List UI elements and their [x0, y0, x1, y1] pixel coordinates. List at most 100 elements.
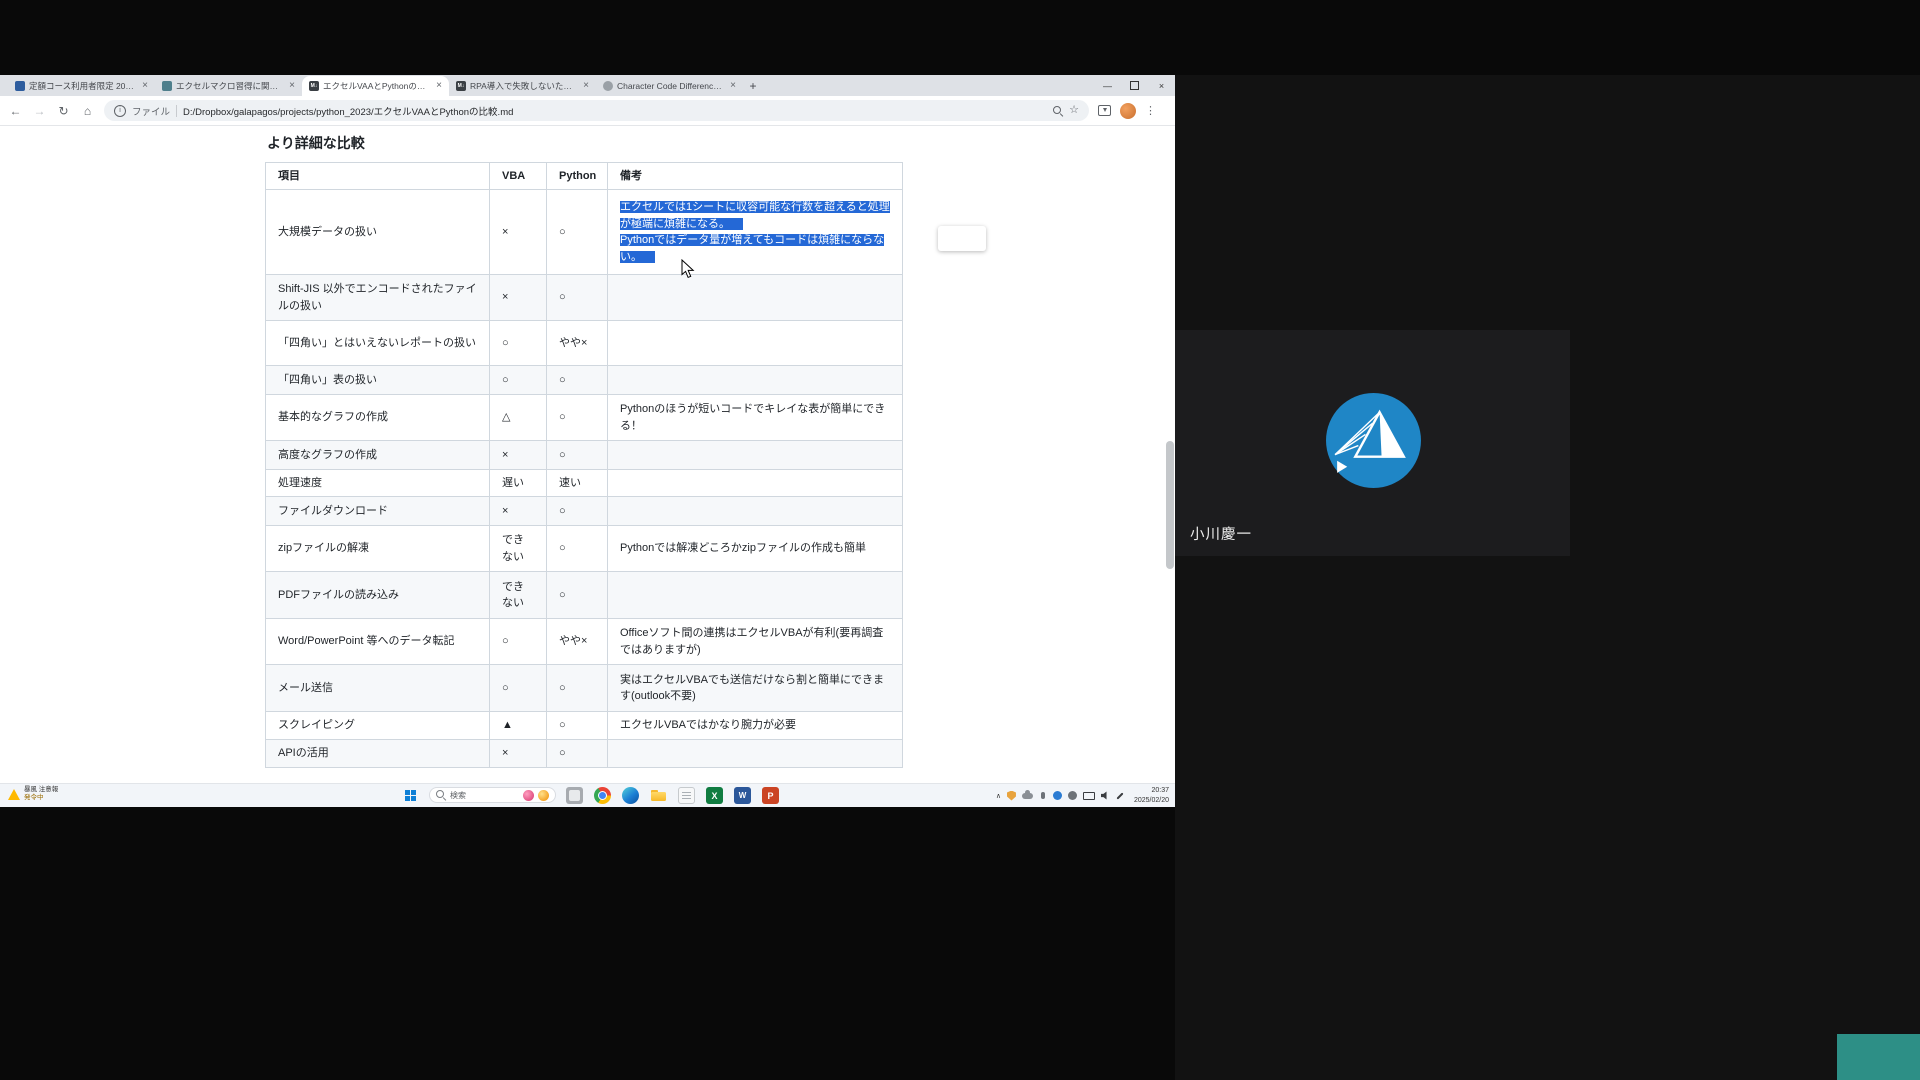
file-explorer-icon[interactable] — [650, 787, 667, 804]
item-cell: スクレイピング — [266, 712, 490, 740]
table-row: 大規模データの扱い × ○ エクセルでは1シートに収容可能な行数を超えると処理が… — [266, 190, 903, 275]
header-item: 項目 — [266, 163, 490, 190]
vba-cell: ○ — [490, 665, 547, 712]
volume-icon[interactable] — [1101, 791, 1110, 800]
note-cell — [608, 740, 903, 768]
python-cell: ○ — [547, 740, 608, 768]
table-row: 高度なグラフの作成 × ○ — [266, 441, 903, 470]
system-tray: ∧ 20:37 2025/02/20 — [996, 784, 1169, 807]
item-cell: PDFファイルの読み込み — [266, 572, 490, 619]
weather-alert-icon — [8, 789, 20, 800]
page-title: より詳細な比較 — [267, 133, 365, 153]
item-cell: メール送信 — [266, 665, 490, 712]
reload-icon[interactable]: ↻ — [56, 104, 71, 118]
tab-vba-python-comparison[interactable]: M↓ エクセルVAAとPythonの比較.md × — [302, 76, 449, 96]
item-cell: Word/PowerPoint 等へのデータ転記 — [266, 619, 490, 665]
word-icon[interactable] — [734, 787, 751, 804]
vba-cell: ○ — [490, 321, 547, 366]
chrome-icon[interactable] — [594, 787, 611, 804]
note-cell — [608, 497, 903, 526]
python-cell: 速い — [547, 470, 608, 497]
tab-strip: 定額コース利用者限定 2025年02 × エクセルマクロ習得に関係するD4つ ×… — [0, 75, 1175, 96]
python-cell: ○ — [547, 190, 608, 275]
note-cell: エクセルVBAではかなり腕力が必要 — [608, 712, 903, 740]
python-cell: ○ — [547, 497, 608, 526]
microphone-tray-icon[interactable] — [1041, 792, 1045, 799]
weather-alert-label: 暴風 注意報 — [24, 786, 58, 793]
tray-expand-chevron[interactable]: ∧ — [996, 792, 1001, 800]
back-icon[interactable]: ← — [8, 104, 23, 118]
table-header-row: 項目 VBA Python 備考 — [266, 163, 903, 190]
notepad-icon[interactable] — [678, 787, 695, 804]
mouse-cursor-icon — [681, 259, 695, 284]
corner-overlay — [1837, 1034, 1920, 1080]
tab-excel-macro[interactable]: エクセルマクロ習得に関係するD4つ × — [155, 76, 302, 96]
edge-icon[interactable] — [622, 787, 639, 804]
browser-menu-icon[interactable]: ⋮ — [1145, 104, 1156, 117]
selected-text: エクセルでは1シートに収容可能な行数を超えると処理が極端に煩雑になる。 — [620, 201, 890, 230]
item-cell: 大規模データの扱い — [266, 190, 490, 275]
address-bar[interactable]: i ファイル D:/Dropbox/galapagos/projects/pyt… — [104, 100, 1089, 121]
bookmark-star-icon[interactable]: ☆ — [1069, 105, 1079, 116]
tab-character-code[interactable]: Character Code Differences Be × — [596, 76, 743, 96]
note-cell: Pythonでは解凍どころかzipファイルの作成も簡単 — [608, 526, 903, 572]
address-divider — [176, 105, 177, 117]
item-cell: Shift-JIS 以外でエンコードされたファイルの扱い — [266, 275, 490, 321]
item-cell: 「四角い」表の扱い — [266, 366, 490, 395]
file-scheme-label: ファイル — [132, 104, 170, 118]
browser-window: 定額コース利用者限定 2025年02 × エクセルマクロ習得に関係するD4つ ×… — [0, 75, 1175, 783]
table-row: 基本的なグラフの作成 △ ○ Pythonのほうが短いコードでキレイな表が簡単に… — [266, 395, 903, 441]
tab-close-icon[interactable]: × — [289, 81, 295, 91]
zoom-icon[interactable] — [1053, 106, 1063, 116]
meeting-screen: 定額コース利用者限定 2025年02 × エクセルマクロ習得に関係するD4つ ×… — [0, 0, 1920, 1080]
onedrive-cloud-icon[interactable] — [1022, 793, 1033, 799]
install-app-icon[interactable] — [1098, 105, 1111, 116]
profile-avatar[interactable] — [1120, 103, 1136, 119]
powerpoint-icon[interactable] — [762, 787, 779, 804]
weather-widget[interactable]: 暴風 注意報 発令中 — [8, 786, 58, 803]
tab-members-course[interactable]: 定額コース利用者限定 2025年02 × — [8, 76, 155, 96]
vba-cell: × — [490, 497, 547, 526]
security-tray-icon[interactable] — [1007, 791, 1016, 801]
tab-title: 定額コース利用者限定 2025年02 — [29, 80, 138, 92]
item-cell: 処理速度 — [266, 470, 490, 497]
item-cell: zipファイルの解凍 — [266, 526, 490, 572]
tab-title: エクセルマクロ習得に関係するD4つ — [176, 80, 285, 92]
tab-close-icon[interactable]: × — [730, 81, 736, 91]
browser-toolbar: ← → ↻ ⌂ i ファイル D:/Dropbox/galapagos/proj… — [0, 96, 1175, 126]
table-row: 「四角い」とはいえないレポートの扱い ○ やや× — [266, 321, 903, 366]
new-tab-button[interactable]: + — [743, 76, 763, 96]
comparison-table: 項目 VBA Python 備考 大規模データの扱い × ○ エクセルでは1シー… — [265, 162, 903, 768]
tab-rpa[interactable]: M↓ RPA導入で失敗しないために知って × — [449, 76, 596, 96]
item-cell: 高度なグラフの作成 — [266, 441, 490, 470]
participant-name: 小川慶一 — [1190, 523, 1252, 544]
url-text: D:/Dropbox/galapagos/projects/python_202… — [183, 104, 1047, 118]
taskbar-clock[interactable]: 20:37 2025/02/20 — [1130, 786, 1169, 805]
close-button[interactable]: × — [1148, 75, 1175, 96]
tab-close-icon[interactable]: × — [142, 81, 148, 91]
taskbar-search[interactable]: 検索 — [429, 787, 556, 803]
vba-cell: ▲ — [490, 712, 547, 740]
excel-icon[interactable] — [706, 787, 723, 804]
clock-date: 2025/02/20 — [1134, 797, 1169, 804]
task-view-icon[interactable] — [566, 787, 583, 804]
minimize-button[interactable]: — — [1094, 75, 1121, 96]
scrollbar-thumb[interactable] — [1166, 441, 1174, 569]
home-icon[interactable]: ⌂ — [80, 104, 95, 118]
python-cell: ○ — [547, 712, 608, 740]
display-tray-icon[interactable] — [1083, 792, 1095, 800]
bluetooth-tray-icon[interactable] — [1053, 791, 1062, 800]
start-button[interactable] — [405, 790, 416, 801]
tray-icon[interactable] — [1068, 791, 1077, 800]
vba-cell: できない — [490, 572, 547, 619]
pen-tray-icon[interactable] — [1116, 792, 1123, 799]
forward-icon[interactable]: → — [32, 104, 47, 118]
table-row: メール送信 ○ ○ 実はエクセルVBAでも送信だけなら割と簡単にできます(out… — [266, 665, 903, 712]
info-icon[interactable]: i — [114, 105, 126, 117]
tab-close-icon[interactable]: × — [436, 81, 442, 91]
tab-close-icon[interactable]: × — [583, 81, 589, 91]
item-cell: APIの活用 — [266, 740, 490, 768]
maximize-button[interactable] — [1121, 75, 1148, 96]
tab-favicon — [15, 81, 25, 91]
note-cell — [608, 572, 903, 619]
